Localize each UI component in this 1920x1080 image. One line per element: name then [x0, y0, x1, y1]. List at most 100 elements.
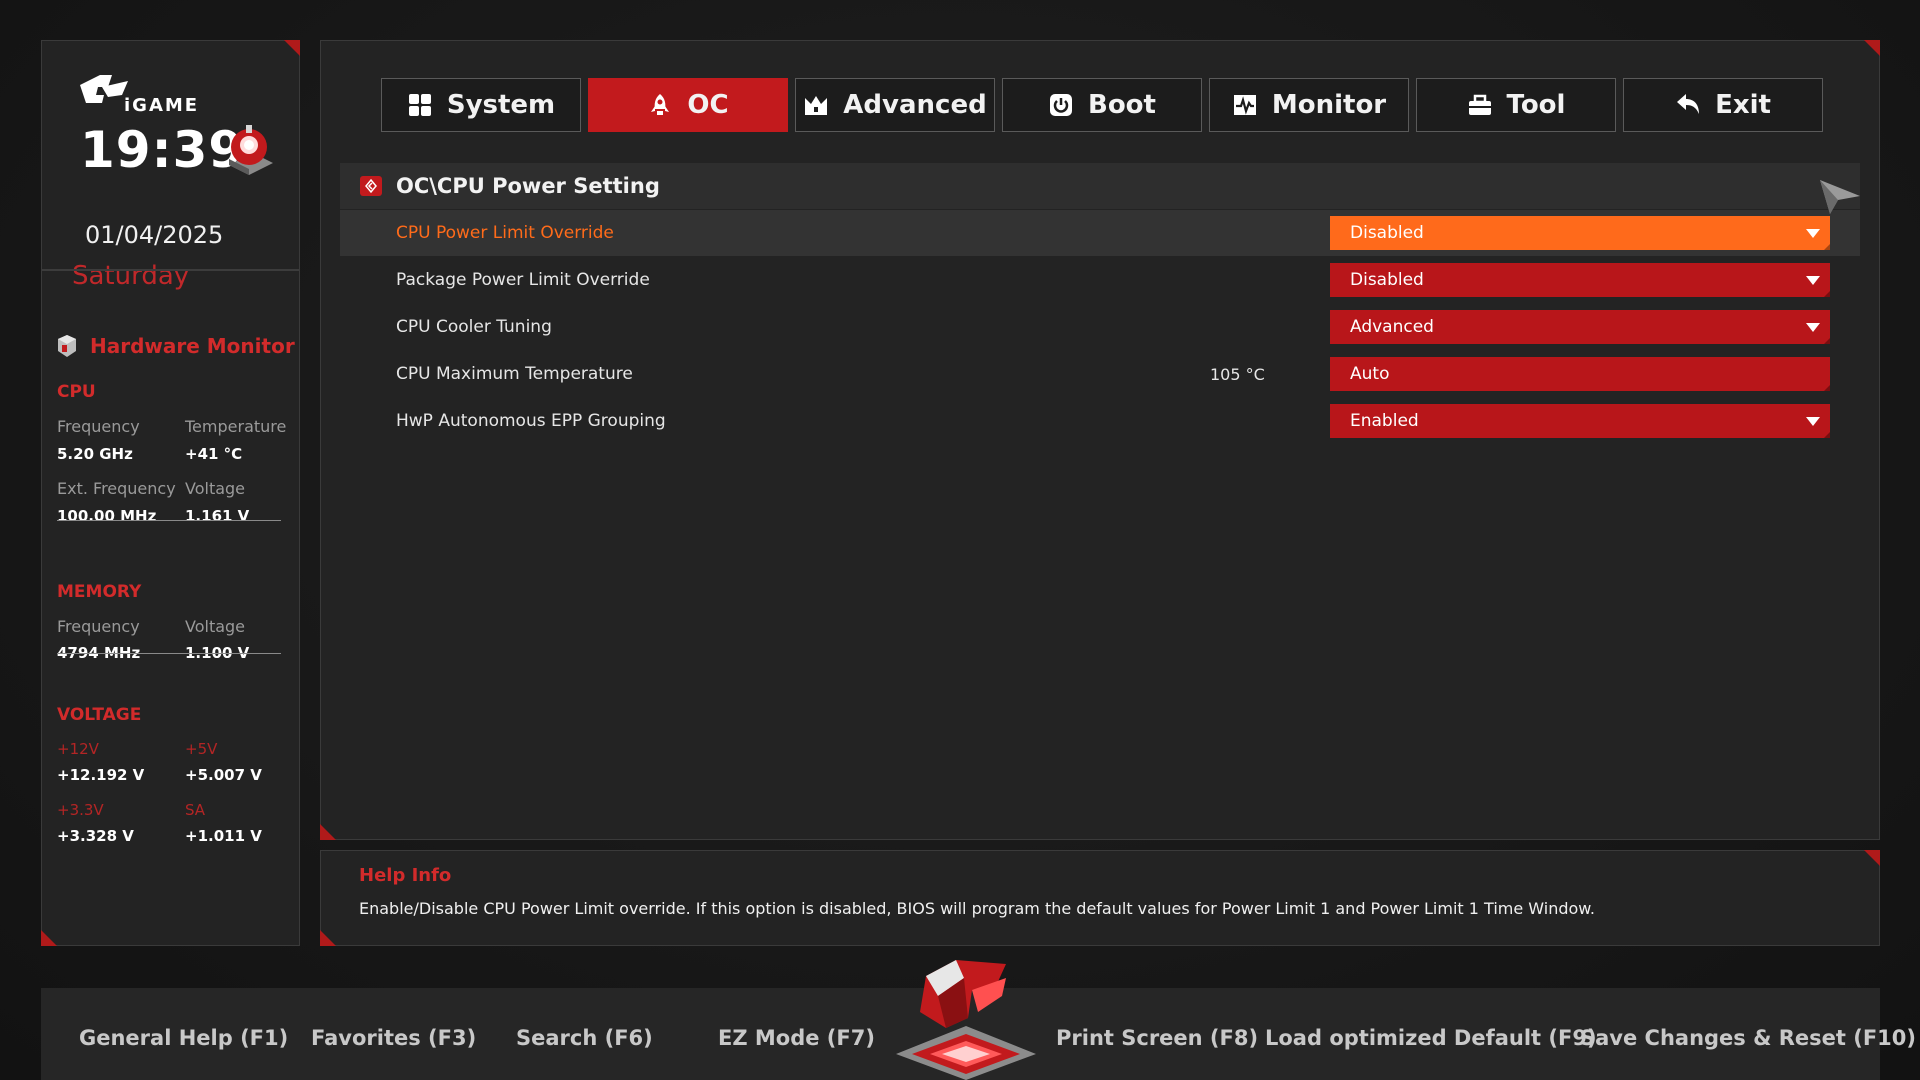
input-value: Auto — [1350, 364, 1390, 384]
voltage-5v-label: +5V — [185, 740, 218, 758]
save-changes-reset-button[interactable]: Save Changes & Reset (F10) — [1580, 1026, 1916, 1050]
setting-cpu-power-limit-override[interactable]: CPU Power Limit Override Disabled — [340, 210, 1860, 256]
tab-monitor[interactable]: Monitor — [1209, 78, 1409, 132]
main-tab-bar: System OC Advanced Boot Monitor Tool Exi… — [381, 78, 1823, 132]
mouse-cursor-icon — [1820, 180, 1860, 214]
voltage-3v3-label: +3.3V — [57, 801, 104, 819]
dropdown-value: Advanced — [1350, 317, 1434, 337]
crown-icon — [805, 96, 828, 115]
tab-label: Boot — [1088, 90, 1156, 120]
tab-tool[interactable]: Tool — [1416, 78, 1616, 132]
robot-mascot-icon — [229, 125, 273, 175]
hardware-monitor-icon — [58, 335, 76, 357]
cpu-section-title: CPU — [57, 382, 96, 402]
setting-current-value: 105 °C — [1210, 364, 1265, 384]
setting-input[interactable]: Auto — [1330, 357, 1830, 391]
setting-label: CPU Maximum Temperature — [396, 364, 633, 384]
divider — [42, 269, 299, 271]
voltage-sa-value: +1.011 V — [185, 827, 262, 845]
setting-cpu-cooler-tuning[interactable]: CPU Cooler Tuning Advanced — [340, 304, 1860, 350]
left-info-panel: iGAME 19:39 01/04/2025 Saturday Hardware… — [41, 40, 300, 946]
hardware-monitor-header: Hardware Monitor — [56, 334, 295, 358]
favorites-button[interactable]: Favorites (F3) — [311, 1026, 476, 1050]
tab-boot[interactable]: Boot — [1002, 78, 1202, 132]
search-button[interactable]: Search (F6) — [516, 1026, 653, 1050]
caret-down-icon — [1806, 323, 1820, 332]
setting-cpu-maximum-temperature[interactable]: CPU Maximum Temperature 105 °C Auto — [340, 351, 1860, 397]
help-info-panel: Help Info Enable/Disable CPU Power Limit… — [320, 850, 1880, 946]
grid-icon — [408, 94, 431, 116]
setting-dropdown[interactable]: Enabled — [1330, 404, 1830, 438]
help-title: Help Info — [359, 865, 452, 886]
memory-frequency-label: Frequency — [57, 617, 140, 636]
corner-notch — [1824, 385, 1830, 391]
igame-logo: iGAME — [80, 75, 199, 116]
corner-accent — [320, 930, 336, 946]
setting-hwp-autonomous-epp-grouping[interactable]: HwP Autonomous EPP Grouping Enabled — [340, 398, 1860, 444]
corner-accent — [1864, 850, 1880, 866]
voltage-3v3-value: +3.328 V — [57, 827, 134, 845]
tab-exit[interactable]: Exit — [1623, 78, 1823, 132]
clock-weekday: Saturday — [72, 261, 190, 291]
cpu-ext-frequency-label: Ext. Frequency — [57, 479, 176, 498]
back-navigation-icon[interactable] — [360, 176, 382, 196]
tab-label: Advanced — [843, 90, 987, 120]
cpu-frequency-label: Frequency — [57, 417, 140, 436]
divider — [57, 653, 281, 654]
setting-dropdown[interactable]: Disabled — [1330, 263, 1830, 297]
clock-date: 01/04/2025 — [85, 221, 224, 249]
voltage-sa-label: SA — [185, 801, 206, 819]
caret-down-icon — [1806, 276, 1820, 285]
svg-text:iGAME: iGAME — [124, 95, 199, 116]
igame-emblem-icon — [896, 960, 1036, 1080]
print-screen-button[interactable]: Print Screen (F8) — [1056, 1026, 1258, 1050]
ez-mode-button[interactable]: EZ Mode (F7) — [718, 1026, 875, 1050]
setting-label: CPU Cooler Tuning — [396, 317, 552, 337]
divider — [57, 520, 281, 521]
breadcrumb: OC\CPU Power Setting — [340, 163, 1860, 209]
power-icon — [1050, 94, 1072, 116]
voltage-12v-label: +12V — [57, 740, 99, 758]
main-settings-panel: System OC Advanced Boot Monitor Tool Exi… — [320, 40, 1880, 840]
corner-notch — [1824, 244, 1830, 250]
corner-notch — [1824, 432, 1830, 438]
cpu-ext-frequency-value: 100.00 MHz — [57, 507, 157, 525]
setting-label: HwP Autonomous EPP Grouping — [396, 411, 666, 431]
tab-label: OC — [687, 90, 729, 120]
back-arrow-icon — [1677, 94, 1700, 114]
corner-accent — [320, 824, 336, 840]
caret-down-icon — [1806, 229, 1820, 238]
general-help-button[interactable]: General Help (F1) — [79, 1026, 288, 1050]
help-text: Enable/Disable CPU Power Limit override.… — [359, 899, 1595, 918]
setting-dropdown[interactable]: Advanced — [1330, 310, 1830, 344]
tab-label: Monitor — [1271, 90, 1387, 120]
memory-section-title: MEMORY — [57, 582, 142, 602]
dropdown-value: Disabled — [1350, 270, 1424, 290]
pulse-icon — [1233, 95, 1256, 115]
setting-dropdown[interactable]: Disabled — [1330, 216, 1830, 250]
setting-label: Package Power Limit Override — [396, 270, 650, 290]
tab-oc[interactable]: OC — [588, 78, 788, 132]
tab-label: Exit — [1715, 90, 1771, 120]
voltage-12v-value: +12.192 V — [57, 766, 145, 784]
tab-advanced[interactable]: Advanced — [795, 78, 995, 132]
cpu-temperature-value: +41 °C — [185, 445, 243, 463]
corner-notch — [1824, 291, 1830, 297]
load-optimized-default-button[interactable]: Load optimized Default (F9) — [1265, 1026, 1597, 1050]
cpu-voltage-label: Voltage — [185, 479, 246, 498]
setting-label: CPU Power Limit Override — [396, 223, 614, 243]
cpu-temperature-label: Temperature — [185, 417, 287, 436]
tab-system[interactable]: System — [381, 78, 581, 132]
cpu-frequency-value: 5.20 GHz — [57, 445, 133, 463]
dropdown-value: Disabled — [1350, 223, 1424, 243]
tab-label: System — [446, 90, 556, 120]
corner-notch — [1824, 338, 1830, 344]
tab-label: Tool — [1506, 90, 1566, 120]
setting-package-power-limit-override[interactable]: Package Power Limit Override Disabled — [340, 257, 1860, 303]
memory-voltage-label: Voltage — [185, 617, 246, 636]
voltage-section-title: VOLTAGE — [57, 705, 142, 725]
corner-accent — [41, 930, 57, 946]
rocket-icon — [651, 94, 670, 115]
corner-accent — [284, 40, 300, 56]
cpu-voltage-value: 1.161 V — [185, 507, 250, 525]
